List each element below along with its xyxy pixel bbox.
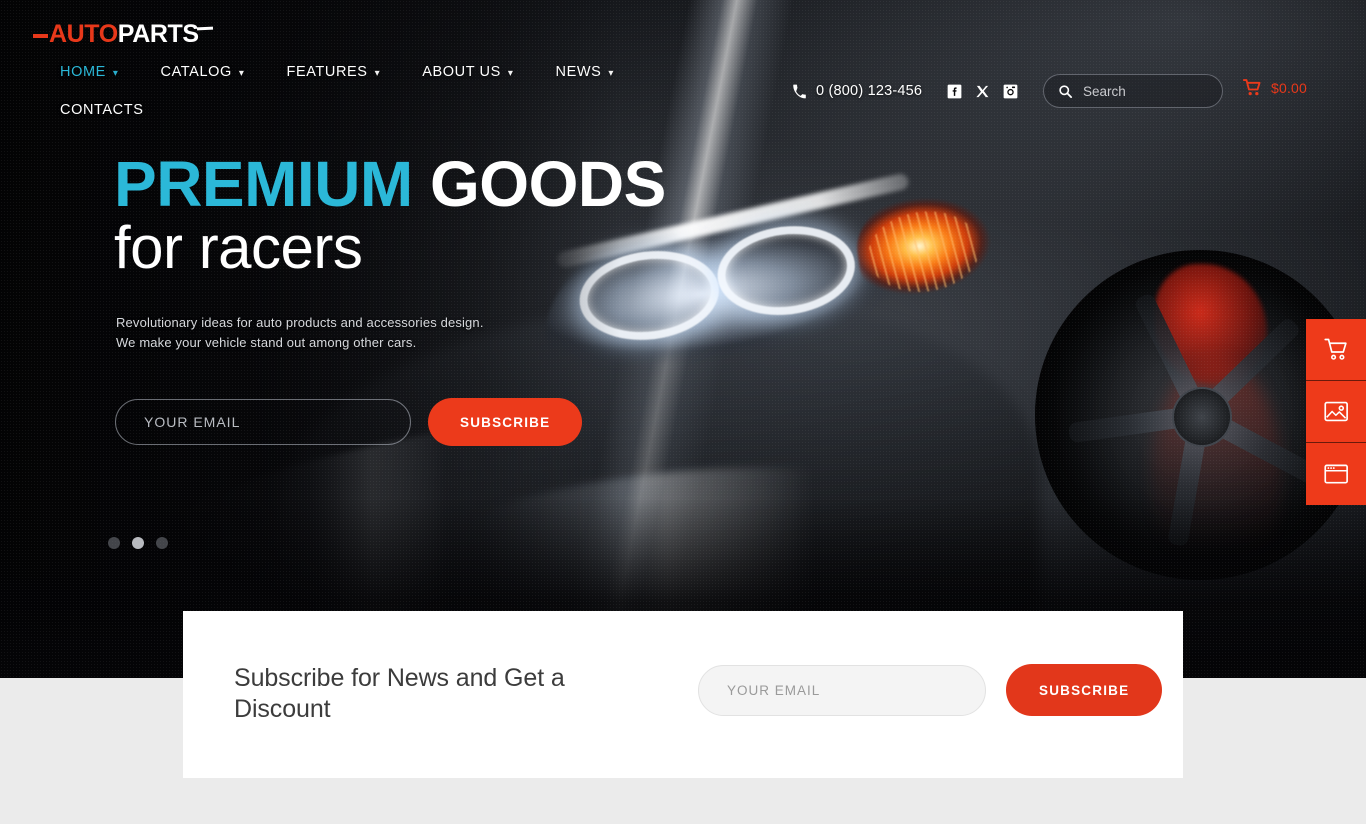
side-button-cart[interactable] xyxy=(1306,319,1366,381)
phone-icon xyxy=(793,84,806,98)
slider-dot-3[interactable] xyxy=(156,537,168,549)
search-input[interactable] xyxy=(1083,83,1203,99)
hero-subscribe-button[interactable]: SUBSCRIBE xyxy=(428,398,583,446)
logo-dash-icon xyxy=(33,34,48,39)
chevron-down-icon: ▾ xyxy=(608,67,615,79)
site-logo[interactable]: AUTOPARTS xyxy=(33,22,215,47)
main-navigation: HOME ▾ CATALOG ▾ FEATURES ▾ ABOUT US ▾ N… xyxy=(60,64,760,140)
subscribe-card-email-input[interactable] xyxy=(698,664,986,716)
instagram-icon[interactable] xyxy=(1003,84,1018,99)
search-icon xyxy=(1059,84,1072,98)
subscribe-card-form: SUBSCRIBE xyxy=(698,664,1163,716)
shopping-cart-icon xyxy=(1243,79,1261,96)
slider-dot-1[interactable] xyxy=(108,537,120,549)
floating-side-buttons xyxy=(1306,319,1366,505)
nav-item-catalog[interactable]: CATALOG ▾ xyxy=(161,64,245,80)
nav-item-home[interactable]: HOME ▾ xyxy=(60,64,119,80)
subscribe-card-button[interactable]: SUBSCRIBE xyxy=(1006,664,1163,716)
chevron-down-icon: ▾ xyxy=(374,67,381,79)
nav-label: CONTACTS xyxy=(60,102,144,118)
logo-text-auto: AUTO xyxy=(49,20,118,48)
x-twitter-icon[interactable] xyxy=(975,84,990,99)
nav-item-contacts[interactable]: CONTACTS xyxy=(60,102,760,118)
side-button-gallery[interactable] xyxy=(1306,381,1366,443)
hero-title-rest: GOODS xyxy=(430,148,666,220)
browser-window-icon xyxy=(1323,464,1348,484)
hero-title-highlight: PREMIUM xyxy=(114,148,413,220)
hero-subtitle: for racers xyxy=(114,214,363,281)
logo-tail-icon xyxy=(196,26,213,31)
cart-amount: $0.00 xyxy=(1271,79,1308,96)
phone-number-text: 0 (800) 123-456 xyxy=(816,83,923,99)
cart-widget[interactable]: $0.00 xyxy=(1243,79,1307,96)
search-box[interactable] xyxy=(1043,74,1223,108)
nav-item-news[interactable]: NEWS ▾ xyxy=(556,64,615,80)
shopping-cart-icon xyxy=(1323,338,1347,360)
chevron-down-icon: ▾ xyxy=(238,67,245,79)
nav-label: NEWS xyxy=(555,64,602,80)
site-header: AUTOPARTS HOME ▾ CATALOG ▾ FEATURES ▾ AB… xyxy=(0,0,1366,145)
facebook-icon[interactable] xyxy=(947,84,962,99)
nav-item-features[interactable]: FEATURES ▾ xyxy=(287,64,381,80)
hero-email-input[interactable] xyxy=(115,399,411,445)
chevron-down-icon: ▾ xyxy=(112,67,119,79)
logo-text-parts: PARTS xyxy=(117,20,199,48)
subscribe-card-title: Subscribe for News and Get a Discount xyxy=(234,664,565,723)
page-root: AUTOPARTS HOME ▾ CATALOG ▾ FEATURES ▾ AB… xyxy=(0,0,1366,824)
nav-label: FEATURES xyxy=(286,64,368,80)
nav-label: ABOUT US xyxy=(422,64,501,80)
nav-label: HOME xyxy=(60,64,106,80)
hero-lead-line-2: We make your vehicle stand out among oth… xyxy=(116,335,417,350)
hero-lead: Revolutionary ideas for auto products an… xyxy=(116,313,484,353)
phone-number[interactable]: 0 (800) 123-456 xyxy=(792,83,922,99)
slider-pagination xyxy=(108,537,168,549)
side-button-layout[interactable] xyxy=(1306,443,1366,505)
hero-lead-line-1: Revolutionary ideas for auto products an… xyxy=(116,315,484,330)
nav-item-about-us[interactable]: ABOUT US ▾ xyxy=(422,64,513,80)
chevron-down-icon: ▾ xyxy=(507,67,514,79)
hero-title: PREMIUM GOODS xyxy=(114,151,666,217)
image-gallery-icon xyxy=(1323,401,1348,422)
header-contact-block: 0 (800) 123-456 xyxy=(792,78,1018,104)
nav-label: CATALOG xyxy=(160,64,232,80)
social-links xyxy=(947,84,1018,99)
slider-dot-2[interactable] xyxy=(132,537,144,549)
hero-subscribe-form: SUBSCRIBE xyxy=(115,398,583,446)
subscribe-card: Subscribe for News and Get a Discount SU… xyxy=(183,611,1183,778)
